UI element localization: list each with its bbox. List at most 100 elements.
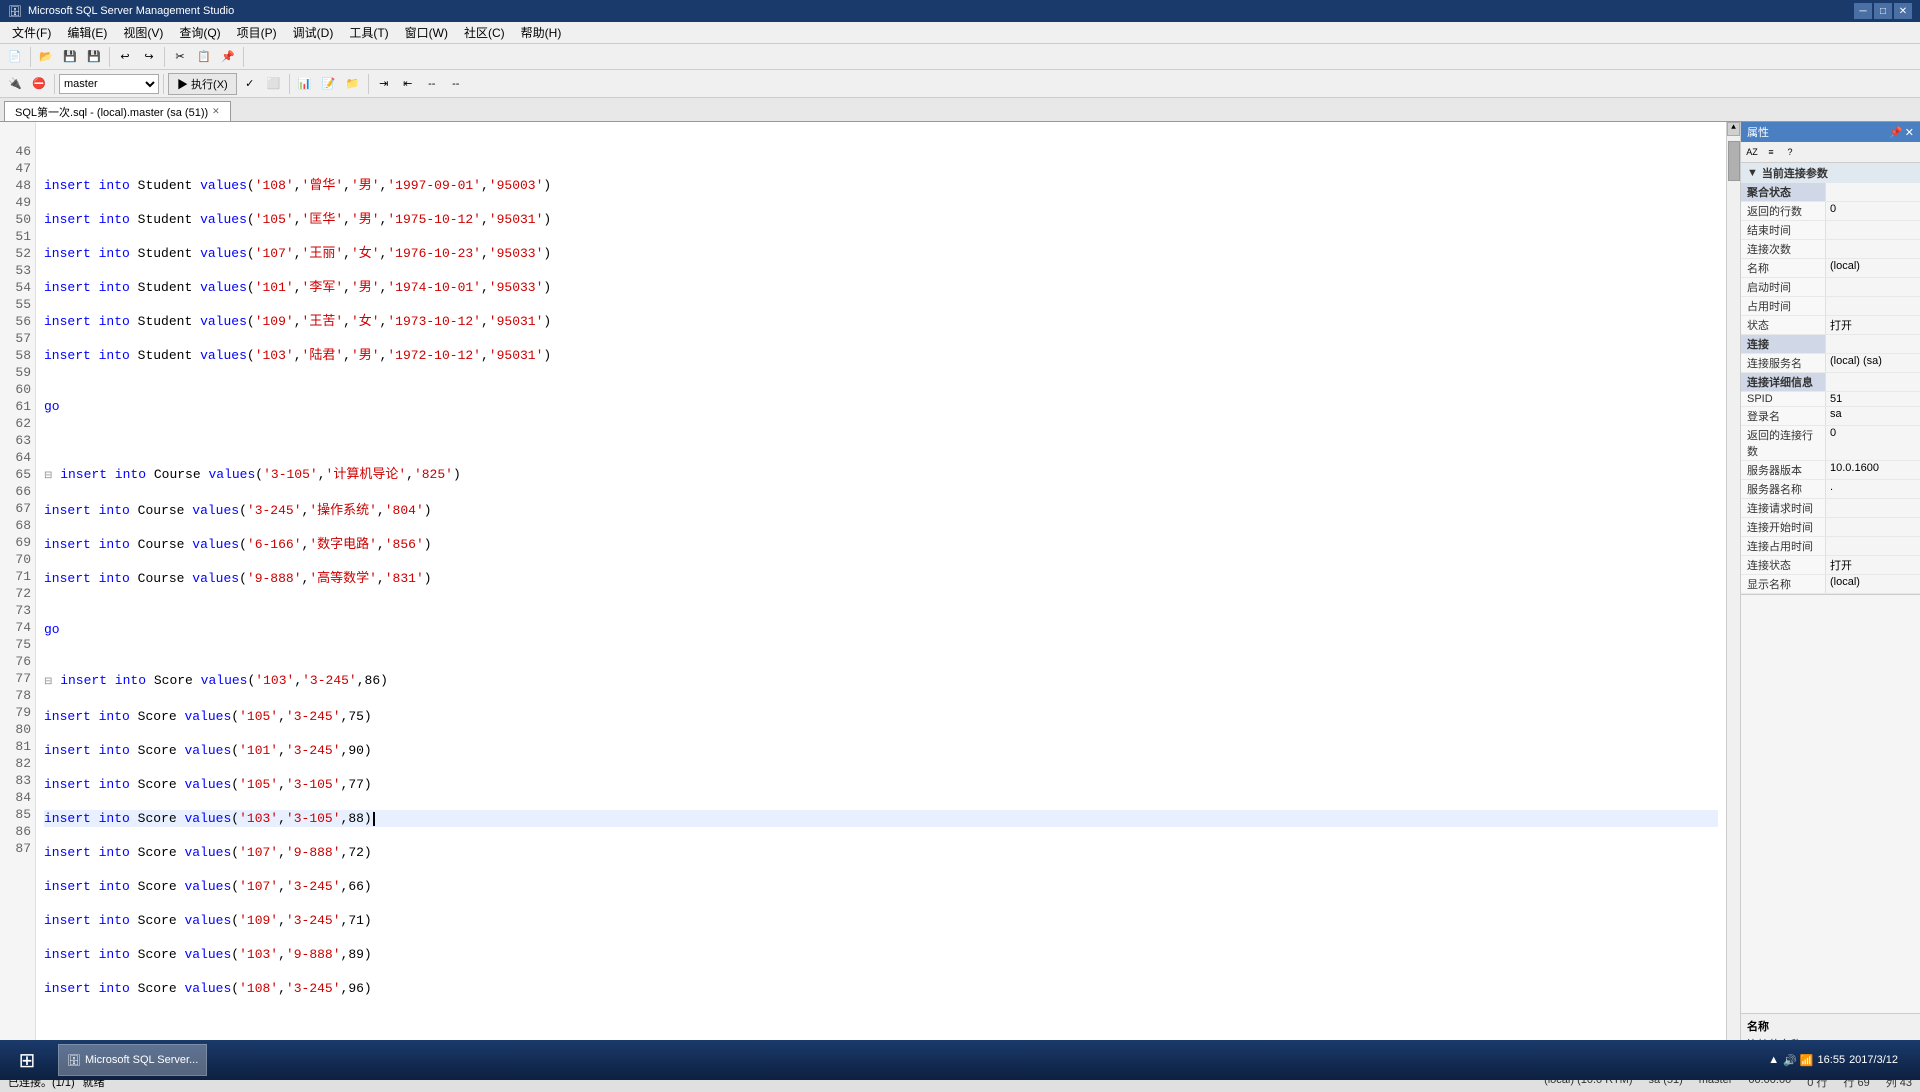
props-name-label: 名称	[1747, 1018, 1914, 1034]
code-line-52: insert into Student values('109','王苦','女…	[44, 313, 1718, 330]
undo-button[interactable]: ↩	[114, 46, 136, 68]
disconnect-button[interactable]: ⛔	[28, 73, 50, 95]
title-bar-left: 🗄 Microsoft SQL Server Management Studio	[8, 5, 234, 18]
code-line-55: go	[44, 398, 1718, 415]
main-area: 46 47 48 49 50 51 52 53 54 55 56 57 58 5…	[0, 122, 1920, 1056]
props-subsection-conn-label: 连接	[1741, 335, 1826, 353]
props-close-icon[interactable]: ✕	[1905, 126, 1914, 139]
cut-button[interactable]: ✂	[169, 46, 191, 68]
props-key-serverversion: 服务器版本	[1741, 461, 1826, 479]
open-button[interactable]: 📂	[35, 46, 57, 68]
editor-tab[interactable]: SQL第一次.sql - (local).master (sa (51)) ✕	[4, 101, 231, 121]
minimize-button[interactable]: ─	[1854, 3, 1872, 19]
start-button[interactable]: ⊞	[0, 1040, 54, 1080]
props-section-expand-icon[interactable]: ▼	[1747, 167, 1758, 179]
maximize-button[interactable]: □	[1874, 3, 1892, 19]
props-row-connusedtime: 连接占用时间	[1741, 537, 1920, 556]
props-val-conncount	[1826, 240, 1920, 258]
props-val-servername: .	[1826, 480, 1920, 498]
results-button[interactable]: 📊	[294, 73, 316, 95]
code-line-51: insert into Student values('101','李军','男…	[44, 279, 1718, 296]
props-key-status: 状态	[1741, 316, 1826, 334]
props-key-usedtime: 占用时间	[1741, 297, 1826, 315]
props-subsection-aggregate-label: 聚合状态	[1741, 183, 1826, 201]
indent-button[interactable]: ⇥	[373, 73, 395, 95]
props-row-returnrows: 返回的行数 0	[1741, 202, 1920, 221]
menu-debug[interactable]: 调试(D)	[285, 22, 342, 43]
menu-project[interactable]: 项目(P)	[229, 22, 285, 43]
code-line-50: insert into Student values('107','王丽','女…	[44, 245, 1718, 262]
comment-button[interactable]: --	[421, 73, 443, 95]
props-key-connstarttime: 连接开始时间	[1741, 518, 1826, 536]
scroll-up-button[interactable]: ▲	[1727, 122, 1740, 136]
menu-help[interactable]: 帮助(H)	[513, 22, 570, 43]
props-row-login: 登录名 sa	[1741, 407, 1920, 426]
connect-button[interactable]: 🔌	[4, 73, 26, 95]
parse-button[interactable]: ✓	[239, 73, 261, 95]
taskbar-item-ssms[interactable]: 🗄 Microsoft SQL Server...	[58, 1044, 207, 1076]
props-sort-alpha-button[interactable]: AZ	[1743, 144, 1761, 160]
props-section-label: 当前连接参数	[1762, 165, 1828, 181]
vertical-scrollbar[interactable]: ▲ ▼	[1726, 122, 1740, 1056]
props-key-returnconnrows: 返回的连接行数	[1741, 426, 1826, 460]
database-selector[interactable]: master	[59, 74, 159, 94]
uncomment-button[interactable]: --	[445, 73, 467, 95]
title-bar-controls: ─ □ ✕	[1854, 3, 1912, 19]
menu-edit[interactable]: 编辑(E)	[59, 22, 115, 43]
props-val-starttime	[1826, 278, 1920, 296]
menu-window[interactable]: 窗口(W)	[397, 22, 456, 43]
copy-button[interactable]: 📋	[193, 46, 215, 68]
redo-button[interactable]: ↪	[138, 46, 160, 68]
new-query-button[interactable]: 📄	[4, 46, 26, 68]
execute-label: ▶ 执行(X)	[177, 79, 228, 91]
paste-button[interactable]: 📌	[217, 46, 239, 68]
menu-view[interactable]: 视图(V)	[115, 22, 171, 43]
code-line-49: insert into Student values('105','匡华','男…	[44, 211, 1718, 228]
props-key-login: 登录名	[1741, 407, 1826, 425]
props-row-returnconnrows: 返回的连接行数 0	[1741, 426, 1920, 461]
stop-button[interactable]: ⬜	[263, 73, 285, 95]
properties-panel: 属性 📌 ✕ AZ ≡ ? ▼ 当前连接参数 聚合状态 返回的行数 0	[1740, 122, 1920, 1056]
code-line-68: insert into Score values('105','3-105',7…	[44, 776, 1718, 793]
code-text[interactable]: insert into Student values('108','曾华','男…	[36, 122, 1726, 1056]
code-line-65: ⊟ insert into Score values('103','3-245'…	[44, 672, 1718, 691]
save-all-button[interactable]: 💾	[83, 46, 105, 68]
close-button[interactable]: ✕	[1894, 3, 1912, 19]
execute-button[interactable]: ▶ 执行(X)	[168, 73, 237, 95]
props-row-starttime: 启动时间	[1741, 278, 1920, 297]
outdent-button[interactable]: ⇤	[397, 73, 419, 95]
tray-expand-icon[interactable]: ▲	[1768, 1054, 1779, 1066]
code-line-70: insert into Score values('107','9-888',7…	[44, 844, 1718, 861]
props-row-connstatus: 连接状态 打开	[1741, 556, 1920, 575]
scroll-thumb[interactable]	[1728, 141, 1740, 181]
code-editor[interactable]: 46 47 48 49 50 51 52 53 54 55 56 57 58 5…	[0, 122, 1740, 1056]
app-title: Microsoft SQL Server Management Studio	[28, 5, 234, 17]
menu-file[interactable]: 文件(F)	[4, 22, 59, 43]
props-row-usedtime: 占用时间	[1741, 297, 1920, 316]
props-key-connreqtime: 连接请求时间	[1741, 499, 1826, 517]
code-line-63: go	[44, 621, 1718, 638]
tray-date: 2017/3/12	[1849, 1054, 1898, 1066]
save-button[interactable]: 💾	[59, 46, 81, 68]
results-file-button[interactable]: 📁	[342, 73, 364, 95]
menu-community[interactable]: 社区(C)	[456, 22, 513, 43]
title-bar: 🗄 Microsoft SQL Server Management Studio…	[0, 0, 1920, 22]
tab-label: SQL第一次.sql - (local).master (sa (51))	[15, 104, 208, 120]
app-icon: 🗄	[8, 5, 22, 18]
props-subsection-conn: 连接	[1741, 335, 1920, 354]
props-val-usedtime	[1826, 297, 1920, 315]
props-row-connstarttime: 连接开始时间	[1741, 518, 1920, 537]
props-pin-icon[interactable]: 📌	[1889, 126, 1903, 139]
properties-toolbar: AZ ≡ ?	[1741, 142, 1920, 163]
tab-close-icon[interactable]: ✕	[212, 106, 220, 117]
results-text-button[interactable]: 📝	[318, 73, 340, 95]
menu-tools[interactable]: 工具(T)	[341, 22, 396, 43]
props-sort-category-button[interactable]: ≡	[1762, 144, 1780, 160]
props-description-button[interactable]: ?	[1781, 144, 1799, 160]
code-line-60: insert into Course values('6-166','数字电路'…	[44, 536, 1718, 553]
tray-icons: 🔊 📶	[1783, 1054, 1813, 1067]
menu-query[interactable]: 查询(Q)	[171, 22, 228, 43]
scroll-track[interactable]	[1727, 136, 1740, 1042]
toolbar-query: 🔌 ⛔ master ▶ 执行(X) ✓ ⬜ 📊 📝 📁 ⇥ ⇤ -- --	[0, 70, 1920, 98]
props-val-name: (local)	[1826, 259, 1920, 277]
